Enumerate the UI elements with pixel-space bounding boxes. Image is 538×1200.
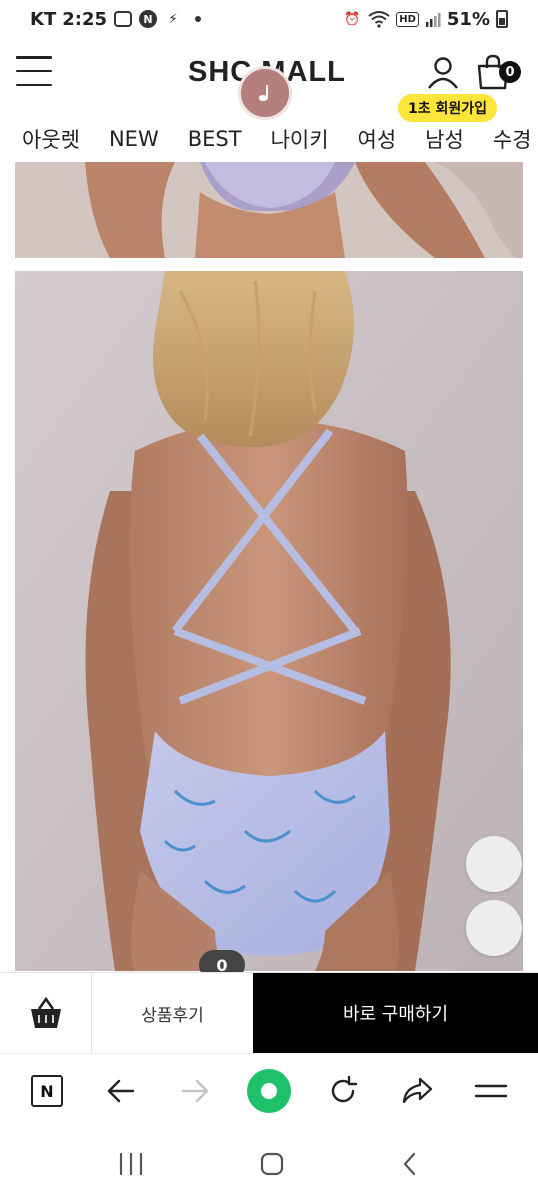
home-icon[interactable] bbox=[259, 1151, 285, 1177]
cart-count-badge: 0 bbox=[499, 61, 521, 83]
arrow-left-icon bbox=[107, 1079, 135, 1103]
category-goggles[interactable]: 수경 bbox=[493, 124, 532, 154]
shopping-basket-icon bbox=[30, 996, 61, 1028]
hd-voice-badge: HD bbox=[396, 11, 419, 27]
add-to-cart-button[interactable] bbox=[0, 973, 92, 1053]
status-right: ⏰ HD 51% bbox=[342, 9, 508, 30]
carrier-label: KT bbox=[30, 8, 57, 30]
battery-percent: 51% bbox=[446, 8, 490, 30]
alarm-icon: ⏰ bbox=[344, 11, 361, 27]
signal-icon bbox=[425, 13, 441, 27]
green-dot-button[interactable] bbox=[245, 1067, 293, 1115]
naver-notification-icon: N bbox=[139, 10, 158, 28]
menu-lines-icon bbox=[474, 1084, 508, 1098]
naver-home-button[interactable]: N bbox=[23, 1067, 71, 1115]
battery-icon bbox=[496, 10, 508, 28]
share-button[interactable] bbox=[393, 1067, 441, 1115]
back-button[interactable] bbox=[97, 1067, 145, 1115]
lightning-notification-icon: ⚡ bbox=[168, 11, 178, 27]
share-arrow-icon bbox=[402, 1077, 433, 1104]
category-best[interactable]: BEST bbox=[188, 127, 242, 151]
swimsuit-back-photo bbox=[15, 271, 523, 971]
buy-now-button[interactable]: 바로 구매하기 bbox=[253, 973, 538, 1053]
status-left: KT 2:25 N ⚡ bbox=[30, 8, 202, 30]
hamburger-menu-icon[interactable] bbox=[16, 56, 52, 86]
scroll-up-button[interactable] bbox=[466, 836, 522, 892]
wifi-icon bbox=[368, 11, 390, 28]
purchase-bar: 상품후기 바로 구매하기 bbox=[0, 972, 538, 1053]
category-nav: 아웃렛 NEW BEST 나이키 여성 남성 수경 bbox=[0, 118, 538, 160]
category-men[interactable]: 남성 bbox=[425, 124, 464, 154]
arrow-right-icon bbox=[181, 1079, 209, 1103]
reload-button[interactable] bbox=[319, 1067, 367, 1115]
android-nav-bar bbox=[0, 1128, 538, 1200]
status-bar: KT 2:25 N ⚡ ⏰ HD 51% bbox=[0, 0, 538, 38]
category-women[interactable]: 여성 bbox=[358, 124, 397, 154]
green-dot-icon bbox=[247, 1069, 291, 1113]
category-outlet[interactable]: 아웃렛 bbox=[22, 124, 80, 154]
category-nike[interactable]: 나이키 bbox=[271, 124, 329, 154]
browser-menu-button[interactable] bbox=[467, 1067, 515, 1115]
gallery-notification-icon bbox=[113, 9, 133, 29]
back-chevron-icon[interactable] bbox=[399, 1151, 421, 1177]
product-image-top bbox=[15, 162, 523, 258]
clock: 2:25 bbox=[62, 8, 108, 30]
music-note-icon bbox=[259, 85, 268, 101]
product-image-main bbox=[15, 271, 523, 971]
category-new[interactable]: NEW bbox=[109, 127, 159, 151]
product-image-top-art bbox=[15, 162, 523, 258]
scroll-down-button[interactable] bbox=[466, 900, 522, 956]
product-reviews-tab[interactable]: 상품후기 bbox=[92, 973, 253, 1053]
refresh-icon bbox=[331, 1075, 358, 1103]
recent-apps-icon[interactable] bbox=[117, 1151, 145, 1177]
naver-n-icon: N bbox=[31, 1075, 63, 1107]
browser-toolbar: N bbox=[0, 1053, 538, 1128]
user-account-icon[interactable] bbox=[426, 56, 460, 90]
forward-button[interactable] bbox=[171, 1067, 219, 1115]
floating-app-bubble[interactable] bbox=[238, 66, 292, 120]
more-notifications-dot-icon bbox=[195, 16, 202, 22]
